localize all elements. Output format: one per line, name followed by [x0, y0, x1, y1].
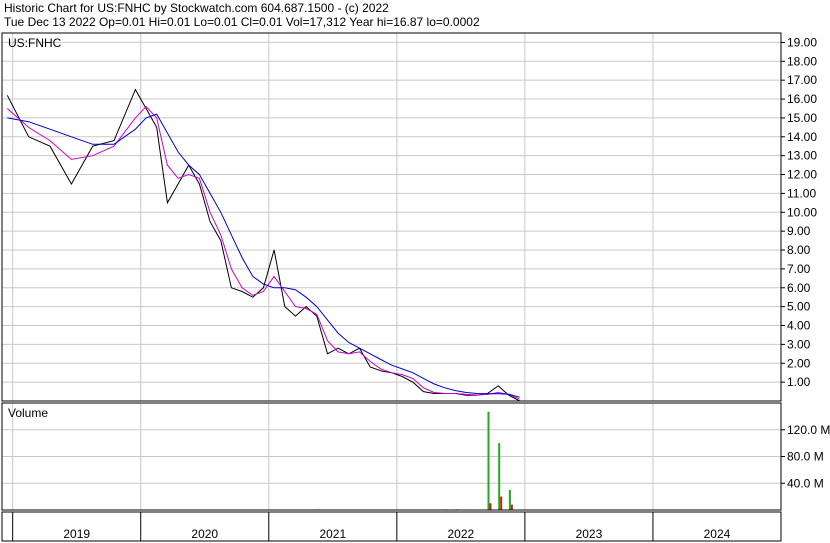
- price-tick-label: 6.00: [787, 281, 811, 295]
- year-label: 2023: [576, 527, 603, 541]
- volume-grid: [2, 403, 781, 510]
- volume-bar-up: [508, 489, 511, 510]
- price-tick-label: 2.00: [787, 356, 811, 370]
- symbol-label: US:FNHC: [8, 36, 62, 50]
- year-axis-frame: [1, 511, 782, 542]
- year-label: 2020: [191, 527, 218, 541]
- price-series: [6, 88, 520, 402]
- volume-bar-up: [487, 411, 490, 510]
- volume-axis: 40.0 M 80.0 M 120.0 M: [781, 423, 830, 490]
- price-tick-label: 8.00: [787, 243, 811, 257]
- price-grid: [2, 33, 781, 401]
- price-tick-label: 19.00: [787, 35, 817, 49]
- price-tick-label: 16.00: [787, 92, 817, 106]
- volume-bar-down: [489, 503, 492, 510]
- volume-bar-down: [500, 496, 503, 510]
- price-tick-label: 3.00: [787, 337, 811, 351]
- price-tick-label: 11.00: [787, 186, 816, 200]
- price-tick-label: 1.00: [787, 375, 811, 389]
- price-tick-label: 4.00: [787, 319, 811, 333]
- short-average-line: [6, 105, 520, 400]
- year-label: 2019: [63, 527, 90, 541]
- long-average-line: [7, 113, 520, 398]
- price-tick-label: 5.00: [787, 300, 811, 314]
- price-tick-label: 9.00: [787, 224, 811, 238]
- year-label: 2022: [448, 527, 475, 541]
- price-tick-label: 17.00: [787, 73, 817, 87]
- volume-tick-label: 80.0 M: [787, 450, 824, 464]
- chart-frames: [1, 32, 782, 542]
- volume-bars: [316, 411, 513, 510]
- year-label: 2024: [704, 527, 731, 541]
- price-panel-frame: [1, 32, 782, 402]
- price-line: [6, 88, 520, 402]
- volume-label: Volume: [8, 406, 48, 420]
- year-label: 2021: [319, 527, 346, 541]
- volume-tick-label: 120.0 M: [787, 423, 830, 437]
- price-tick-label: 13.00: [787, 149, 817, 163]
- volume-bar-up: [498, 443, 501, 510]
- price-tick-label: 18.00: [787, 54, 817, 68]
- price-tick-label: 7.00: [787, 262, 811, 276]
- price-tick-label: 15.00: [787, 111, 817, 125]
- volume-bar-down: [510, 504, 513, 510]
- year-axis: 2019 2020 2021 2022 2023 2024: [12, 512, 731, 541]
- price-tick-label: 10.00: [787, 205, 817, 219]
- price-axis: 1.00 2.00 3.00 4.00 5.00 6.00 7.00 8.00 9.00 10.0…: [781, 35, 817, 389]
- price-tick-label: 14.00: [787, 130, 817, 144]
- volume-tick-label: 40.0 M: [787, 476, 824, 490]
- price-tick-label: 12.00: [787, 168, 817, 182]
- stock-chart: US:FNHC Volume 1.00 2.00 3.00 4.00 5.00 6.00 7…: [1, 32, 830, 542]
